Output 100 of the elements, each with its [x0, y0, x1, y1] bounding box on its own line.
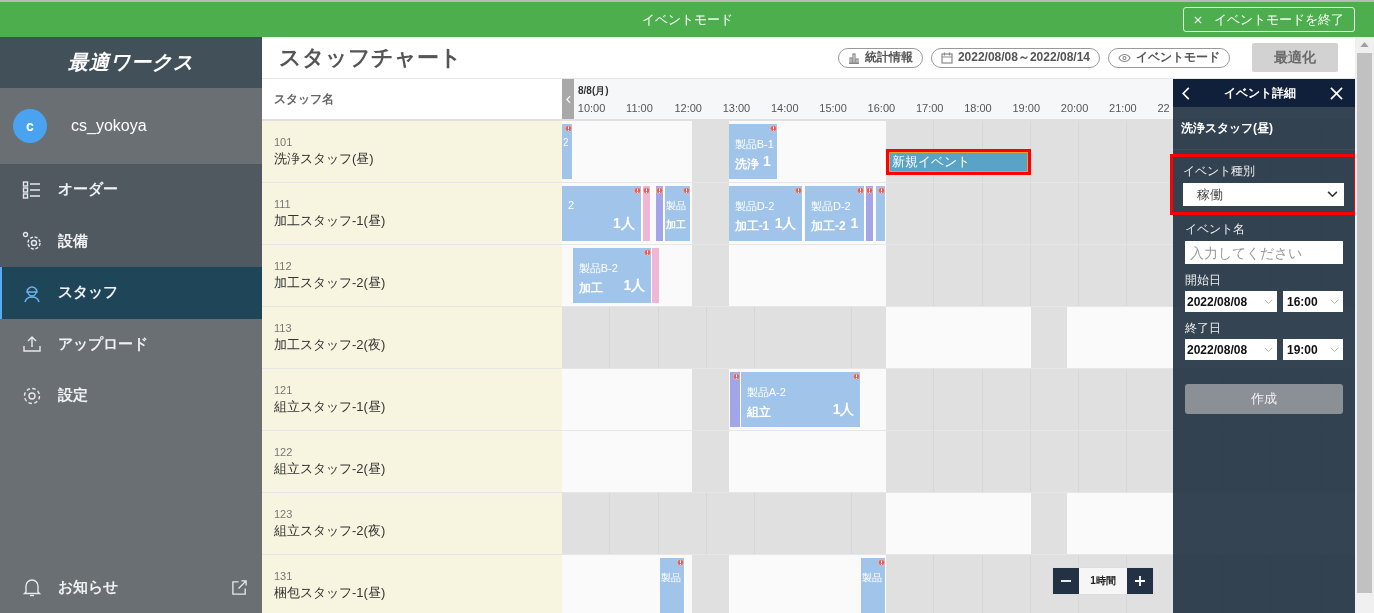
hour-label: 22 — [1157, 102, 1170, 114]
staff-name: 組立スタッフ-1(昼) — [274, 397, 387, 416]
app-logo[interactable]: 最適ワークス — [68, 49, 194, 76]
alert-icon — [643, 187, 651, 194]
external-link-icon[interactable] — [231, 578, 248, 596]
avatar[interactable]: c — [13, 109, 47, 143]
back-icon[interactable] — [1182, 86, 1190, 100]
hour-label: 16:00 — [867, 102, 896, 114]
event-type-select[interactable]: 稼働 — [1183, 183, 1344, 206]
hour-label: 10:00 — [577, 102, 606, 114]
eye-icon — [1118, 52, 1131, 63]
staff-name: 洗浄スタッフ(昼) — [274, 149, 375, 168]
alert-icon — [683, 187, 691, 194]
staff-name: 梱包スタッフ-1(昼) — [274, 583, 387, 602]
staff-code: 112 — [274, 259, 293, 272]
scrollbar[interactable] — [1355, 37, 1374, 613]
field-label: イベント名 — [1185, 221, 1246, 238]
process-label: 加工-2 — [810, 218, 846, 235]
hour-label: 11:00 — [626, 102, 653, 114]
count-label: 1 — [763, 153, 771, 169]
staff-code: 123 — [274, 507, 294, 520]
event-name-input[interactable]: 入力してください — [1185, 241, 1343, 264]
process-label: 洗浄 — [734, 156, 759, 173]
sidebar-item[interactable]: 設定 — [0, 370, 262, 422]
process-label: 加工 — [665, 218, 686, 232]
sidebar-item[interactable]: アップロード — [0, 318, 262, 370]
task-block[interactable] — [875, 186, 886, 241]
field-label: 終了日 — [1185, 320, 1222, 337]
time-select[interactable]: 16:00 — [1283, 291, 1343, 312]
staff-code: 101 — [274, 135, 294, 148]
bar-chart-icon — [847, 51, 860, 64]
zoom-in-button[interactable] — [1127, 568, 1153, 594]
product-label: 製品 — [665, 199, 686, 213]
date-select[interactable]: 2022/08/08 — [1185, 339, 1277, 360]
task-block[interactable] — [730, 372, 741, 427]
toolbar-button[interactable]: 2022/08/08～2022/08/14 — [930, 47, 1100, 68]
task-block[interactable] — [655, 186, 665, 241]
hour-label: 17:00 — [915, 102, 944, 114]
bell-icon — [22, 577, 42, 598]
time-select[interactable]: 19:00 — [1283, 339, 1343, 360]
new-event-block[interactable]: 新規イベント — [885, 149, 1031, 175]
toolbar-button[interactable]: 統計情報 — [837, 47, 923, 68]
product-label: 2 — [563, 137, 569, 148]
count-label: 1人 — [832, 401, 855, 419]
task-block[interactable] — [652, 248, 661, 303]
alert-icon — [877, 187, 885, 194]
scrollbar-thumb[interactable] — [1357, 53, 1372, 593]
date-label: 8/8(月) — [578, 84, 609, 98]
staff-name: 加工スタッフ-2(夜) — [274, 335, 387, 354]
alert-icon — [677, 559, 685, 566]
alert-icon — [732, 373, 740, 380]
hour-label: 12:00 — [674, 102, 702, 114]
chevron-down-icon — [1264, 346, 1273, 353]
upload-icon — [22, 334, 42, 355]
task-block[interactable] — [642, 186, 652, 241]
gears-icon — [22, 231, 42, 252]
count-label: 1人 — [623, 277, 646, 295]
process-label: 加工-1 — [734, 218, 770, 235]
count-label: 1人 — [774, 215, 797, 233]
notifications-link[interactable]: お知らせ — [0, 561, 118, 613]
product-label: 製品B-2 — [578, 261, 618, 276]
column-header: スタッフ名 — [274, 90, 334, 108]
chevron-left-icon — [565, 94, 571, 104]
task-block[interactable] — [866, 186, 875, 241]
count-label: 1 — [850, 215, 859, 231]
alert-icon — [795, 187, 803, 194]
alert-icon — [633, 187, 641, 194]
chevron-down-icon — [1264, 298, 1273, 305]
settings-icon — [22, 385, 42, 406]
product-label: 製品 — [661, 571, 682, 585]
toolbar-button[interactable]: イベントモード — [1108, 47, 1230, 68]
alert-icon — [644, 249, 652, 256]
staff-code: 131 — [274, 569, 294, 582]
zoom-out-button[interactable] — [1053, 568, 1079, 594]
user-name: cs_yokoya — [71, 117, 147, 135]
product-label: 製品D-2 — [810, 199, 851, 214]
close-icon[interactable] — [1330, 86, 1343, 100]
alert-icon — [877, 559, 885, 566]
close-icon — [1194, 15, 1202, 24]
exit-event-mode-button[interactable]: イベントモードを終了 — [1183, 7, 1355, 32]
product-label: 2 — [568, 199, 575, 211]
staff-code: 113 — [274, 321, 293, 334]
alert-icon — [564, 125, 572, 132]
staff-name: 組立スタッフ-2(夜) — [274, 521, 387, 540]
alert-icon — [853, 373, 861, 380]
calendar-icon — [940, 51, 953, 64]
staff-name: 加工スタッフ-1(昼) — [274, 211, 387, 230]
hour-label: 18:00 — [964, 102, 992, 114]
alert-icon — [656, 187, 664, 194]
page-title: スタッフチャート — [279, 43, 462, 72]
product-label: 製品B-1 — [734, 137, 774, 152]
chevron-down-icon — [1330, 298, 1339, 305]
sidebar-item[interactable]: スタッフ — [0, 267, 262, 319]
scroll-up-icon[interactable] — [1360, 42, 1369, 47]
scroll-left-button[interactable] — [562, 79, 574, 119]
staff-code: 122 — [274, 445, 294, 458]
list-icon — [22, 179, 42, 200]
hour-label: 14:00 — [771, 102, 799, 114]
date-select[interactable]: 2022/08/08 — [1185, 291, 1277, 312]
hour-label: 21:00 — [1109, 102, 1137, 114]
